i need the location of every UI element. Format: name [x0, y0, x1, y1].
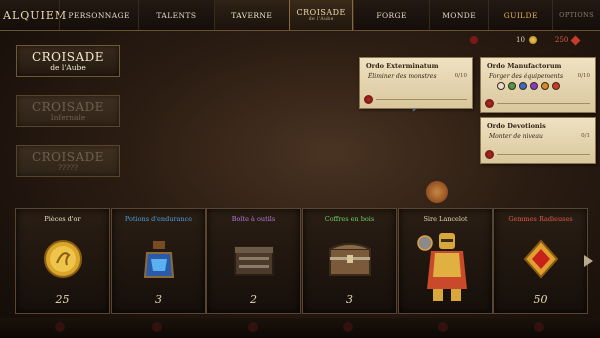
- gem-amount: 250: [554, 36, 569, 44]
- quest-description: Monter de niveau: [489, 133, 543, 140]
- quest-title: Ordo Manufactorum: [487, 62, 562, 70]
- quest-progress: 0/10: [454, 73, 467, 79]
- crusade-subtitle: Infernale: [50, 113, 86, 122]
- reward-count: 2: [250, 293, 257, 306]
- currency-bar: 10 250: [470, 34, 596, 46]
- rarity-epic-icon: [530, 82, 538, 90]
- tab-talents[interactable]: TALENTS: [138, 0, 213, 30]
- seal-icon: [343, 322, 353, 332]
- gem-icon: [523, 239, 558, 279]
- reward-name: Gemmes Radieuses: [508, 215, 573, 223]
- crusade-subtitle: ?????: [57, 163, 79, 172]
- coin-icon: [43, 240, 82, 278]
- quest-progress-bar: [376, 99, 467, 100]
- quest-progress: 0/10: [577, 73, 590, 79]
- quest-description: Forger des équipements: [489, 73, 564, 80]
- tab-taverne[interactable]: TAVERNE: [213, 0, 289, 30]
- seal-icon: [152, 322, 162, 332]
- crusade-name: CROISADE: [31, 150, 105, 164]
- reward-card-knight[interactable]: Sire Lancelot: [398, 208, 493, 314]
- reward-card-toolbox[interactable]: Boîte à outils 2: [206, 208, 301, 314]
- rarity-legendary-icon: [541, 82, 549, 90]
- next-arrow-icon[interactable]: [584, 255, 593, 267]
- seal-icon: [364, 95, 373, 104]
- brand-logo: ALQUIEM: [3, 8, 68, 22]
- quest-card[interactable]: Ordo Exterminatum Éliminer des monstres …: [359, 57, 473, 109]
- wax-seal-decoration: [426, 181, 448, 203]
- tab-guilde[interactable]: GUILDE: [488, 0, 552, 30]
- reward-count: 50: [533, 293, 548, 306]
- tab-croisade-title: CROISADE: [296, 8, 346, 17]
- seal-icon: [485, 99, 494, 108]
- reward-count: 3: [346, 293, 353, 306]
- quest-card[interactable]: Ordo Devotionis Monter de niveau 0/1: [480, 117, 596, 164]
- tab-forge[interactable]: FORGE: [353, 0, 428, 30]
- rarity-dots: [497, 82, 560, 90]
- quest-progress-bar: [497, 103, 590, 104]
- reward-name: Potions d'endurance: [124, 215, 193, 223]
- tab-croisade[interactable]: CROISADE de l'Aube: [288, 0, 354, 30]
- reward-card-gold[interactable]: Pièces d'or 25: [15, 208, 110, 314]
- coin-amount: 10: [516, 36, 525, 44]
- gem-icon: [570, 35, 581, 45]
- quest-title: Ordo Exterminatum: [366, 62, 439, 70]
- seal-icon: [248, 322, 258, 332]
- rarity-common-icon: [497, 82, 505, 90]
- reward-card-gem[interactable]: Gemmes Radieuses 50: [493, 208, 588, 314]
- seal-icon: [438, 322, 448, 332]
- quest-title: Ordo Devotionis: [487, 122, 546, 130]
- crusade-subtitle: de l'Aube: [50, 63, 86, 72]
- toolbox-icon: [233, 246, 274, 276]
- potion-icon: [143, 241, 174, 278]
- tab-monde[interactable]: MONDE: [428, 0, 489, 30]
- reward-card-chest[interactable]: Coffres en bois 3: [302, 208, 397, 314]
- crusade-name: CROISADE: [31, 100, 105, 114]
- quest-description: Éliminer des monstres: [368, 73, 437, 80]
- reward-count: 3: [155, 293, 162, 306]
- rarity-rare-icon: [519, 82, 527, 90]
- seal-icon: [485, 150, 494, 159]
- quest-progress: 0/1: [581, 133, 590, 139]
- chest-icon: [328, 243, 371, 276]
- reward-name: Sire Lancelot: [423, 215, 468, 223]
- quest-card[interactable]: Ordo Manufactorum Forger des équipements…: [480, 57, 596, 113]
- tab-croisade-subtitle: de l'Aube: [308, 17, 334, 22]
- seal-icon: [534, 322, 544, 332]
- reward-name: Pièces d'or: [44, 215, 81, 223]
- quest-progress-bar: [497, 154, 590, 155]
- reward-name: Boîte à outils: [231, 215, 276, 223]
- tab-personnage[interactable]: PERSONNAGE: [59, 0, 138, 30]
- rarity-uncommon-icon: [508, 82, 516, 90]
- crusade-aube-button[interactable]: CROISADE de l'Aube: [16, 45, 120, 77]
- coin-icon: [528, 36, 537, 44]
- seal-icon: [55, 322, 65, 332]
- reward-name: Coffres en bois: [324, 215, 375, 223]
- knight-icon: [416, 233, 467, 301]
- top-nav: ALQUIEM PERSONNAGE TALENTS TAVERNE CROIS…: [0, 0, 600, 31]
- crusade-name: CROISADE: [31, 50, 105, 64]
- reward-count: 25: [55, 293, 70, 306]
- rarity-mythic-icon: [552, 82, 560, 90]
- reward-card-potion[interactable]: Potions d'endurance 3: [111, 208, 206, 314]
- bottom-rail: [0, 318, 600, 338]
- crusade-infernale-button[interactable]: CROISADE Infernale: [16, 95, 120, 127]
- seal-icon: [470, 36, 478, 44]
- crusade-locked-button[interactable]: CROISADE ?????: [16, 145, 120, 177]
- options-button[interactable]: OPTIONS: [552, 0, 600, 30]
